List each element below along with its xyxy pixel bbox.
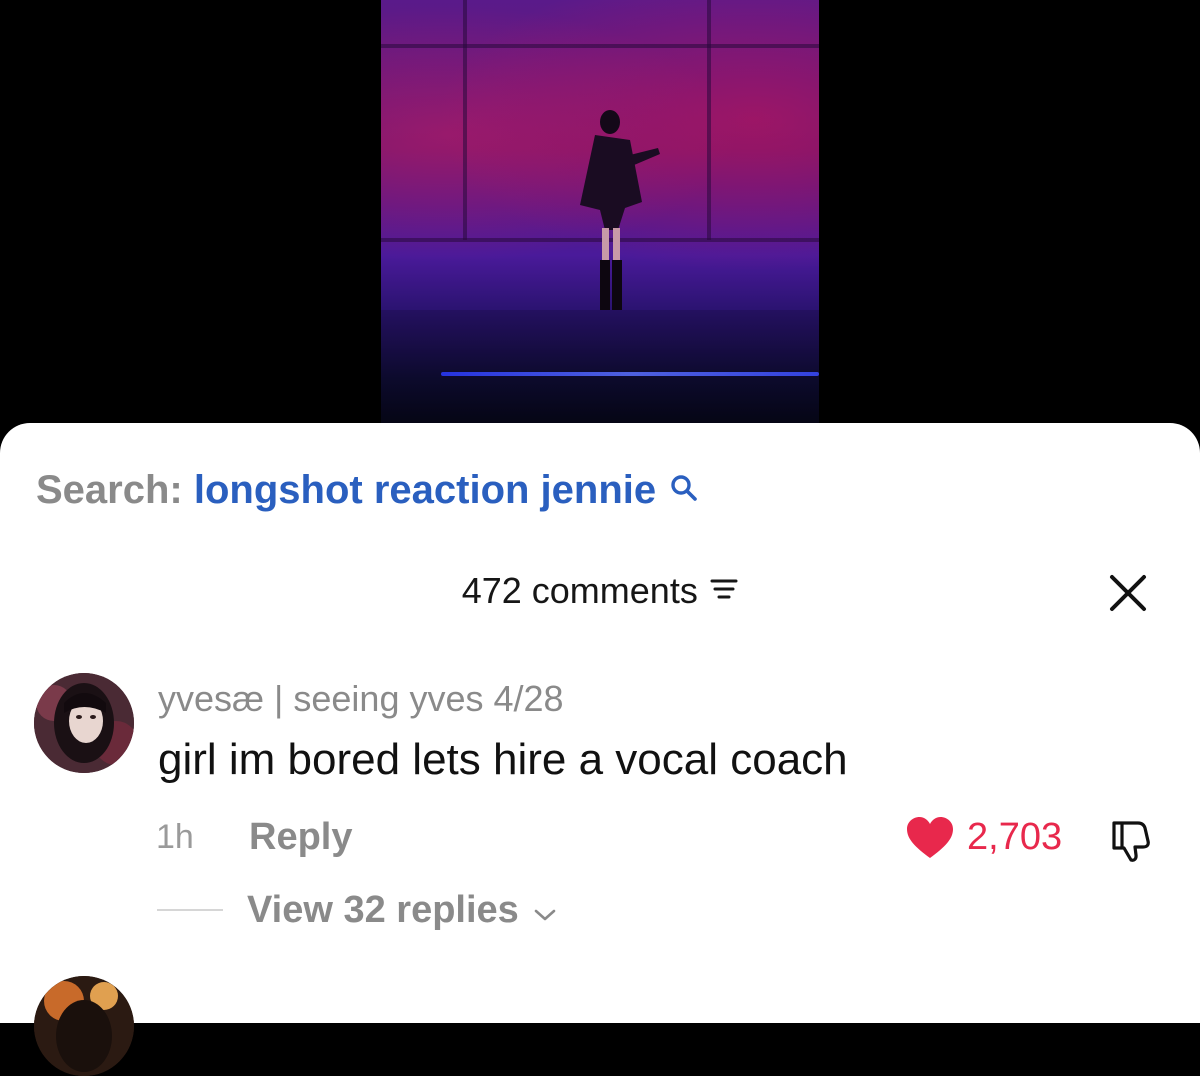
stage-screen-frame (463, 0, 467, 240)
search-prefix: Search: (36, 468, 183, 512)
filter-icon[interactable] (710, 576, 738, 607)
avatar[interactable] (34, 673, 134, 773)
search-icon[interactable] (669, 468, 699, 513)
performer-silhouette (580, 110, 660, 310)
dislike-icon[interactable] (1108, 815, 1158, 865)
stage-floor (381, 310, 819, 425)
replies-divider (157, 909, 223, 911)
view-replies-button[interactable]: View 32 replies (247, 889, 557, 933)
heart-icon[interactable] (905, 816, 955, 860)
close-button[interactable] (1108, 573, 1148, 613)
stage-screen-frame (381, 44, 819, 48)
stage-screen-frame (707, 0, 711, 240)
chevron-down-icon (533, 890, 557, 933)
comment-count: 472 comments (461, 570, 698, 611)
search-query-link[interactable]: longshot reaction jennie (194, 468, 656, 512)
stage-light-strip (441, 372, 819, 376)
comment-text: girl im bored lets hire a vocal coach (158, 735, 848, 784)
avatar[interactable] (34, 976, 134, 1076)
reply-button[interactable]: Reply (249, 816, 352, 859)
close-icon[interactable] (1108, 573, 1148, 613)
search-suggestion[interactable]: Search: longshot reaction jennie (36, 468, 699, 513)
comments-header: 472 comments (0, 570, 1200, 612)
comment-username[interactable]: yvesæ | seeing yves 4/28 (158, 678, 564, 720)
comment-timestamp: 1h (156, 818, 194, 856)
view-replies-label: View 32 replies (247, 889, 519, 931)
like-count: 2,703 (967, 816, 1063, 858)
comments-sheet: Search: longshot reaction jennie 472 com… (0, 423, 1200, 1076)
